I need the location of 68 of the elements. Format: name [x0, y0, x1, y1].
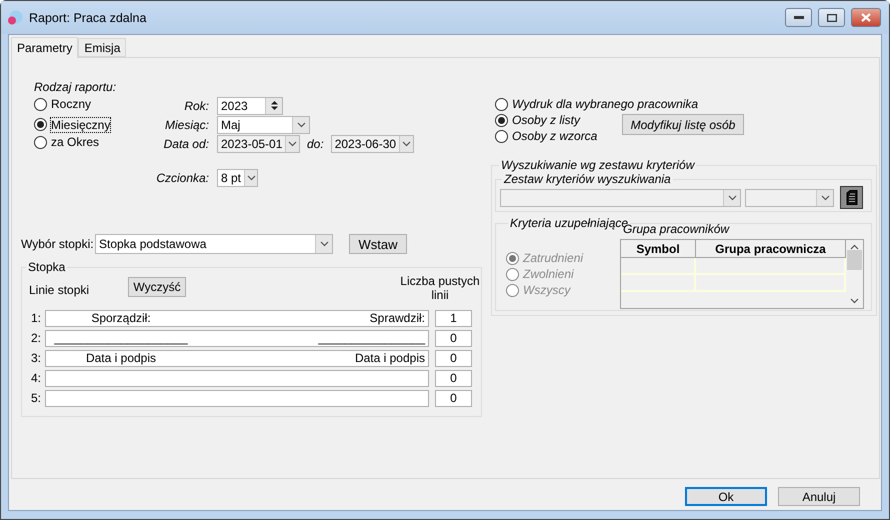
document-icon	[846, 190, 858, 205]
blank-lines-field[interactable]: 0	[435, 350, 472, 366]
dialog-button[interactable]: Anuluj	[778, 487, 860, 506]
blank-lines-field[interactable]: 0	[435, 370, 472, 386]
maximize-icon	[826, 14, 836, 22]
footer-line-field[interactable]: Sporządził: Sprawdził:	[45, 310, 429, 326]
blank-lines-field[interactable]: 0	[435, 330, 472, 346]
year-spinner[interactable]: 2023	[217, 96, 283, 114]
footer-line-field[interactable]	[45, 390, 429, 406]
chevron-down-icon	[246, 174, 256, 180]
line-number: 2:	[30, 331, 42, 345]
month-dropdown[interactable]: Maj	[217, 116, 310, 134]
app-icon	[7, 10, 23, 26]
radio-button[interactable]: Miesięczny	[34, 118, 110, 132]
insert-button[interactable]: Wstaw	[349, 234, 407, 254]
date-from-field[interactable]: 2023-05-01	[217, 134, 300, 152]
minimize-button[interactable]	[785, 8, 812, 27]
chevron-down-icon	[296, 122, 306, 128]
spin-arrows-icon	[270, 100, 278, 111]
chevron-down-icon	[320, 241, 328, 247]
line-number: 1:	[30, 311, 42, 325]
minimize-icon	[794, 16, 804, 20]
footer-select-label: Wybór stopki:	[21, 237, 95, 251]
footer-line-field[interactable]: Data i podpis Data i podpis	[45, 350, 429, 366]
radio-button[interactable]: za Okres	[34, 135, 100, 150]
year-label: Rok:	[183, 98, 209, 112]
footer-line-field[interactable]	[45, 370, 429, 386]
chevron-up-icon	[850, 244, 859, 250]
radio-button[interactable]: Roczny	[34, 97, 92, 112]
font-size-dropdown[interactable]: 8 pt	[217, 168, 258, 186]
blank-lines-field[interactable]: 1	[435, 310, 472, 326]
footer-lines-label: Linie stopki	[29, 283, 90, 297]
radio-button[interactable]: Osoby z listy	[495, 113, 580, 127]
chevron-down-icon	[728, 194, 736, 200]
window-title: Raport: Praca zdalna	[29, 10, 148, 24]
month-label: Miesiąc:	[164, 118, 209, 132]
chevron-down-icon	[288, 140, 298, 146]
tab[interactable]: Emisja	[78, 38, 126, 57]
clear-button[interactable]: Wyczyść	[128, 277, 186, 297]
tab[interactable]: Parametry	[11, 37, 78, 58]
date-to-field[interactable]: 2023-06-30	[330, 134, 414, 152]
close-icon	[861, 13, 871, 22]
blank-lines-label: Liczba pustych linii	[399, 274, 481, 302]
line-number: 5:	[30, 391, 42, 405]
criteria-set-dropdown[interactable]	[500, 188, 741, 206]
date-from-label: Data od:	[162, 136, 209, 150]
document-icon-button[interactable]	[840, 186, 863, 209]
chevron-down-icon	[850, 298, 859, 304]
criteria-variant-dropdown[interactable]	[745, 188, 834, 206]
footer-line-field[interactable]: ____________________ ________________	[45, 330, 429, 346]
footer-dropdown[interactable]: Stopka podstawowa	[95, 234, 333, 254]
group-title: Stopka	[27, 260, 66, 274]
report-type-label: Rodzaj raportu:	[34, 80, 118, 94]
font-label: Czcionka:	[155, 170, 209, 184]
group-title: Wyszukiwanie wg zestawu kryteriów	[500, 158, 696, 172]
dialog-button[interactable]: Ok	[685, 487, 767, 506]
radio-button[interactable]: Osoby z wzorca	[495, 129, 598, 143]
radio-button[interactable]: Wydruk dla wybranego pracownika	[495, 97, 698, 111]
group-title: Zestaw kryteriów wyszukiwania	[502, 172, 672, 186]
line-number: 3:	[30, 351, 42, 365]
modify-list-button[interactable]: Modyfikuj listę osób	[622, 114, 744, 135]
maximize-button[interactable]	[818, 8, 845, 27]
close-button[interactable]	[851, 8, 881, 27]
chevron-down-icon	[820, 194, 830, 200]
date-to-label: do:	[307, 136, 324, 150]
line-number: 4:	[30, 371, 42, 385]
blank-lines-field[interactable]: 0	[435, 390, 472, 406]
chevron-down-icon	[402, 140, 411, 146]
